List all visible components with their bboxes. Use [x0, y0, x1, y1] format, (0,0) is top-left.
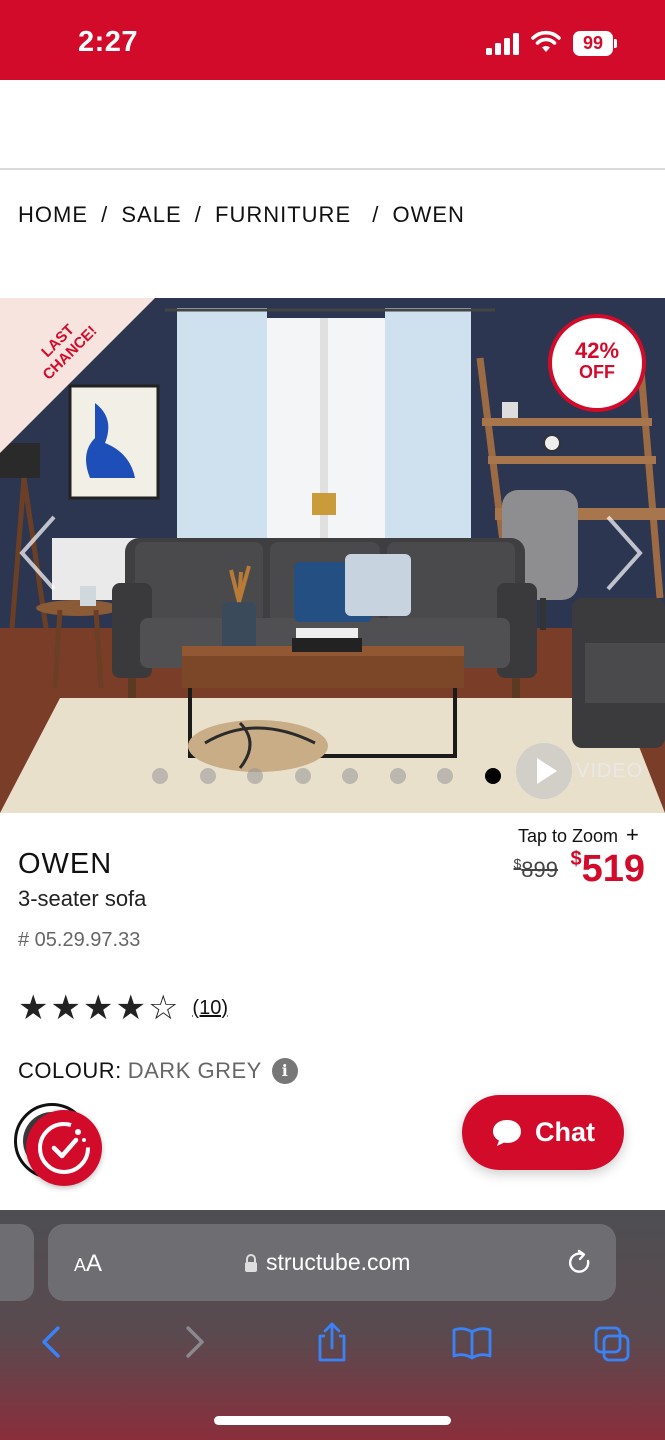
tap-to-zoom-label: Tap to Zoom: [518, 826, 619, 846]
colour-label: COLOUR:: [18, 1058, 122, 1083]
cookie-check-icon: [38, 1122, 90, 1174]
site-header: [0, 80, 665, 170]
battery-level: 99: [573, 31, 613, 56]
previous-tab-edge[interactable]: [0, 1224, 34, 1301]
price: $899 $519: [514, 848, 646, 891]
back-icon[interactable]: [34, 1320, 74, 1364]
address-bar[interactable]: AA structube.com: [48, 1224, 616, 1301]
breadcrumb-furniture[interactable]: FURNITURE: [215, 202, 351, 228]
breadcrumb-separator: /: [372, 202, 380, 227]
breadcrumb-sale[interactable]: SALE: [121, 202, 181, 228]
browser-toolbar: [0, 1320, 665, 1370]
old-price: $899: [513, 855, 559, 882]
breadcrumb-separator: /: [101, 202, 109, 227]
browser-chrome: AA structube.com: [0, 1210, 665, 1440]
lock-icon: [245, 1254, 257, 1272]
rating[interactable]: ★★★★☆ (10): [18, 990, 228, 1026]
carousel-dot[interactable]: [199, 768, 216, 784]
discount-percent: 42%: [574, 338, 620, 363]
star-filled-icon: ★: [82, 989, 114, 1027]
review-count-link[interactable]: (10): [192, 997, 228, 1020]
carousel-dot[interactable]: [342, 768, 358, 784]
discount-off-label: OFF: [579, 362, 615, 382]
forward-icon[interactable]: [172, 1320, 212, 1364]
zoom-plus-icon: +: [626, 822, 639, 847]
breadcrumb-separator: /: [194, 202, 202, 227]
share-icon[interactable]: [312, 1320, 352, 1364]
video-label[interactable]: VIDEO: [576, 760, 643, 783]
breadcrumb: HOME / SALE / FURNITURE / OWEN: [18, 202, 465, 228]
url-text[interactable]: structube.com: [266, 1249, 410, 1276]
chat-bubble-icon: [493, 1119, 521, 1146]
home-indicator[interactable]: [214, 1416, 451, 1425]
product-name: OWEN: [18, 848, 113, 880]
cookie-consent-button[interactable]: [26, 1110, 102, 1186]
product-sku: # 05.29.97.33: [18, 929, 141, 951]
discount-badge: 42% OFF: [548, 314, 646, 412]
reader-aa-button[interactable]: AA: [74, 1250, 102, 1278]
carousel-dot[interactable]: [152, 768, 168, 784]
star-filled-icon: ★: [115, 989, 146, 1027]
product-image-carousel[interactable]: LAST CHANCE! 42% OFF VIDEO: [0, 298, 665, 813]
status-time: 2:27: [78, 26, 139, 58]
breadcrumb-owen: OWEN: [392, 202, 465, 227]
star-filled-icon: ★: [18, 989, 49, 1027]
bookmarks-icon[interactable]: [452, 1320, 492, 1364]
wifi-icon: [531, 30, 561, 52]
carousel-dot[interactable]: [484, 768, 501, 784]
carousel-prev-icon[interactable]: [18, 513, 58, 593]
tap-to-zoom[interactable]: Tap to Zoom +: [518, 822, 639, 848]
product-subtitle: 3-seater sofa: [18, 886, 147, 911]
video-play-button[interactable]: [516, 743, 572, 799]
carousel-next-icon[interactable]: [604, 513, 644, 593]
carousel-dot[interactable]: [437, 768, 453, 784]
reload-icon[interactable]: [566, 1249, 594, 1277]
colour-value: DARK GREY: [127, 1058, 262, 1083]
colour-row: COLOUR: DARK GREY i: [18, 1058, 298, 1084]
star-empty-icon: ☆: [147, 989, 179, 1027]
carousel-dot[interactable]: [247, 768, 263, 784]
cellular-signal-icon: [486, 33, 519, 55]
chat-label: Chat: [535, 1117, 595, 1147]
carousel-dot[interactable]: [294, 768, 311, 784]
breadcrumb-home[interactable]: HOME: [18, 202, 88, 228]
rating-stars: ★★★★☆: [18, 990, 180, 1026]
battery-icon: 99: [573, 31, 617, 56]
sale-price: $519: [570, 848, 645, 890]
tabs-icon[interactable]: [592, 1320, 632, 1364]
status-bar: 2:27 99: [0, 0, 665, 80]
star-filled-icon: ★: [50, 989, 81, 1027]
chat-button[interactable]: Chat: [462, 1095, 624, 1170]
info-icon[interactable]: i: [271, 1058, 298, 1084]
carousel-dot[interactable]: [389, 768, 406, 784]
